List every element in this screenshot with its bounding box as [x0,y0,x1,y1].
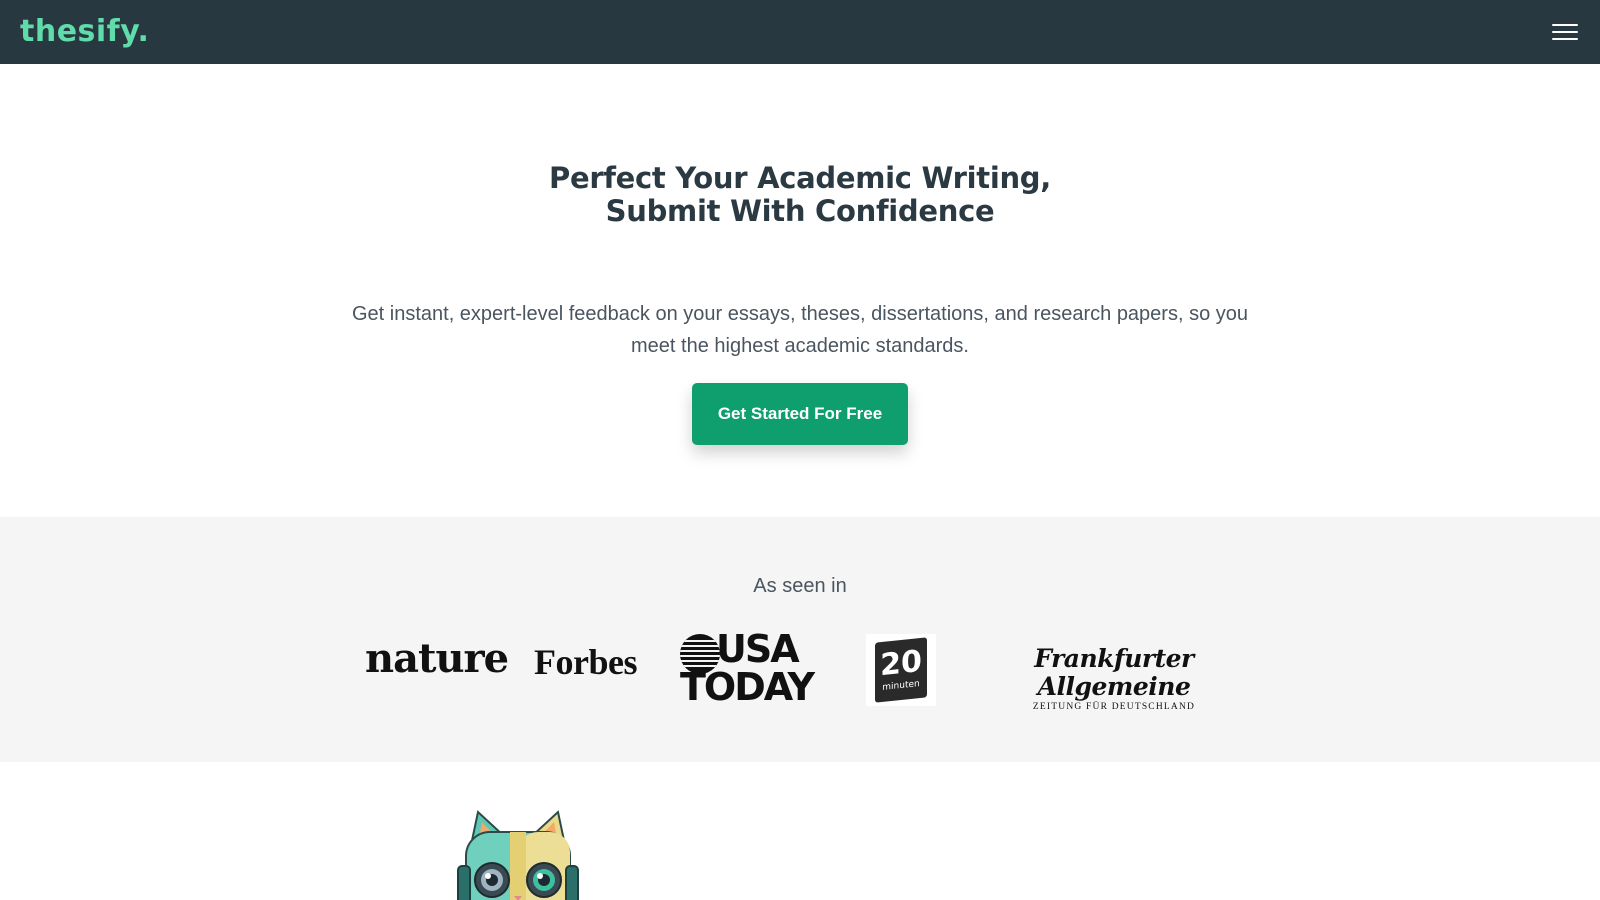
usa-today-logo: USA TODAY [680,630,815,706]
menu-bar [1552,24,1578,26]
nature-logo: nature [365,635,509,682]
faz-logo: Frankfurter Allgemeine ZEITUNG FÜR DEUTS… [998,645,1230,712]
usa-today-line-2: TODAY [680,665,815,709]
faz-subtitle: ZEITUNG FÜR DEUTSCHLAND [1032,702,1196,712]
20-minuten-number: 20 [880,643,922,684]
as-seen-in-section: As seen in nature Forbes USA TODAY 20 mi… [0,517,1600,762]
hero-title: Perfect Your Academic Writing, Submit Wi… [0,162,1600,228]
hero-subtitle: Get instant, expert-level feedback on yo… [351,303,1249,357]
usa-today-line-1: USA [716,627,800,671]
faz-name: Frankfurter Allgemeine [1034,644,1194,701]
as-seen-in-heading: As seen in [753,575,847,597]
menu-bar [1552,38,1578,40]
top-navbar: thesify. [0,0,1600,64]
hero-title-line-1: Perfect Your Academic Writing, [549,161,1051,195]
forbes-logo: Forbes [534,642,637,682]
hamburger-menu-icon[interactable] [1552,22,1578,42]
hero-title-line-2: Submit With Confidence [605,194,995,228]
thesify-logo[interactable]: thesify. [20,17,149,47]
menu-bar [1552,31,1578,33]
20-minuten-logo: 20 minuten [866,634,936,706]
hero-section: Perfect Your Academic Writing, Submit Wi… [0,64,1600,517]
20-minuten-badge: 20 minuten [875,637,927,703]
get-started-button[interactable]: Get Started For Free [692,383,908,445]
robot-cat-mascot-icon [456,810,580,900]
